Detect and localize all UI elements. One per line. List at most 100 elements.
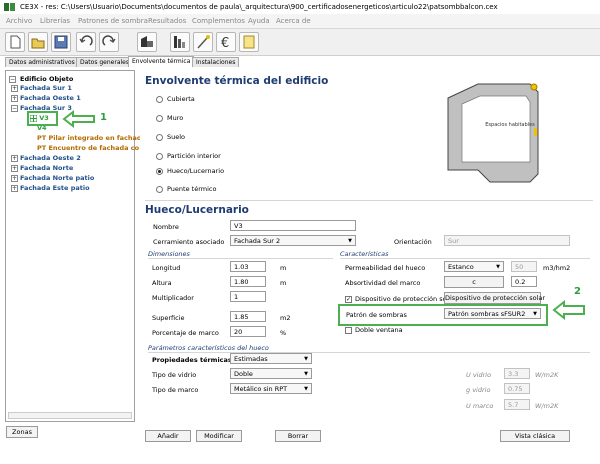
nombre-field[interactable]: V3: [230, 220, 356, 231]
absortividad-label: Absortividad del marco: [345, 279, 421, 287]
title-bar: CE3X - res: C:\Users\Usuario\Documents\d…: [0, 0, 600, 14]
save-icon[interactable]: [51, 32, 71, 52]
modificar-button[interactable]: Modificar: [196, 430, 242, 442]
cerramiento-select[interactable]: Fachada Sur 2 ▼: [230, 235, 356, 246]
permeabilidad-select[interactable]: Estanco ▼: [444, 261, 504, 272]
absortividad-button[interactable]: c: [444, 276, 504, 288]
dropdown-arrow-icon: ▼: [304, 356, 308, 362]
patron-select[interactable]: Patrón sombras sFSUR2 ▼: [444, 308, 541, 319]
radio-label: Muro: [167, 114, 184, 122]
radio-hueco[interactable]: [156, 168, 163, 175]
tree-expander[interactable]: +: [11, 165, 18, 172]
radio-puente[interactable]: [156, 186, 163, 193]
borrar-button[interactable]: Borrar: [275, 430, 321, 442]
tree-item[interactable]: PT Encuentro de fachada co: [37, 144, 139, 152]
longitud-label: Longitud: [152, 264, 181, 272]
menu-acerca[interactable]: Acerca de: [276, 17, 311, 25]
zonas-button[interactable]: Zonas: [6, 426, 38, 438]
euro-icon[interactable]: €: [216, 32, 236, 52]
menu-archivo[interactable]: Archivo: [6, 17, 32, 25]
menu-complementos[interactable]: Complementos: [192, 17, 245, 25]
tree-item[interactable]: Fachada Oeste 2: [20, 154, 81, 162]
anadir-button[interactable]: Añadir: [145, 430, 191, 442]
tree-expander[interactable]: +: [11, 185, 18, 192]
divider: [340, 258, 590, 259]
marco-label: Porcentaje de marco: [152, 329, 219, 337]
radio-muro[interactable]: [156, 115, 163, 122]
superficie-unit: m2: [280, 314, 291, 322]
redo-icon[interactable]: [99, 32, 119, 52]
vidrio-value: Doble: [234, 370, 253, 378]
radio-particion[interactable]: [156, 153, 163, 160]
svg-text:€: €: [221, 36, 229, 51]
marco-field[interactable]: 20: [230, 326, 266, 337]
radio-label: Hueco/Lucernario: [167, 167, 225, 175]
tree-item-root[interactable]: Edificio Objeto: [20, 75, 73, 83]
horizontal-scrollbar[interactable]: [8, 412, 132, 419]
radio-label: Puente térmico: [167, 185, 217, 193]
parametros-title: Parámetros característicos del hueco: [148, 344, 269, 352]
tab-datos-generales[interactable]: Datos generales: [76, 57, 133, 67]
tree-expander[interactable]: +: [11, 85, 18, 92]
menu-resultados[interactable]: Resultados: [148, 17, 186, 25]
radio-cubierta[interactable]: [156, 96, 163, 103]
multiplicador-field[interactable]: 1: [230, 291, 266, 302]
tree-item[interactable]: PT Pilar integrado en fachada: [37, 134, 146, 142]
ce3x-logo-icon[interactable]: [170, 32, 190, 52]
dispositivo-checkbox[interactable]: ✓: [345, 296, 352, 303]
tree-item[interactable]: Fachada Norte: [20, 164, 73, 172]
tipo-marco-value: Metálico sin RPT: [234, 385, 288, 393]
g-vidrio-label: g vidrio: [466, 386, 491, 394]
green-arrow-icon: [552, 300, 585, 320]
annotation-number-1: 1: [100, 112, 107, 123]
dropdown-arrow-icon: ▼: [304, 371, 308, 377]
tree-item[interactable]: Fachada Este patio: [20, 184, 90, 192]
highlight-box-1: [27, 111, 58, 126]
patron-value: Patrón sombras sFSUR2: [448, 310, 526, 318]
dispositivo-label: Dispositivo de protección solar: [355, 295, 456, 303]
tree-expander[interactable]: +: [11, 175, 18, 182]
dropdown-arrow-icon: ▼: [348, 238, 352, 244]
menu-patrones[interactable]: Patrones de sombra: [78, 17, 148, 25]
divider: [145, 200, 593, 201]
tree-item[interactable]: Fachada Oeste 1: [20, 94, 81, 102]
propiedades-select[interactable]: Estimadas ▼: [230, 353, 312, 364]
superficie-field[interactable]: 1.85: [230, 311, 266, 322]
vista-clasica-button[interactable]: Vista clásica: [500, 430, 570, 442]
tab-instalaciones[interactable]: Instalaciones: [192, 57, 240, 67]
longitud-field[interactable]: 1.03: [230, 261, 266, 272]
dispositivo-button[interactable]: Dispositivo de protección solar: [444, 292, 545, 304]
tree-expander[interactable]: +: [11, 155, 18, 162]
app-icon: [4, 2, 16, 12]
undo-icon[interactable]: [76, 32, 96, 52]
radio-label: Suelo: [167, 133, 186, 141]
tipo-marco-select[interactable]: Metálico sin RPT ▼: [230, 383, 312, 394]
vidrio-label: Tipo de vidrio: [152, 371, 197, 379]
tree-expander[interactable]: −: [11, 105, 18, 112]
wand-icon[interactable]: [193, 32, 213, 52]
dimensiones-title: Dimensiones: [148, 250, 190, 258]
doble-ventana-checkbox[interactable]: [345, 327, 352, 334]
radio-suelo[interactable]: [156, 134, 163, 141]
section-title-hueco: Hueco/Lucernario: [145, 204, 249, 216]
cerramiento-label: Cerramiento asociado: [153, 238, 225, 246]
menu-librerias[interactable]: Librerías: [40, 17, 70, 25]
u-vidrio-unit: W/m2K: [535, 371, 559, 379]
tab-envolvente-termica[interactable]: Envolvente térmica: [128, 56, 195, 67]
altura-field[interactable]: 1.80: [230, 276, 266, 287]
new-file-icon[interactable]: [5, 32, 25, 52]
menu-ayuda[interactable]: Ayuda: [248, 17, 270, 25]
building-icon[interactable]: [137, 32, 157, 52]
tree-expander-root[interactable]: −: [9, 76, 16, 83]
open-icon[interactable]: [28, 32, 48, 52]
absortividad-field[interactable]: 0.2: [511, 276, 537, 287]
tree-expander[interactable]: +: [11, 95, 18, 102]
tree-item[interactable]: Fachada Norte patio: [20, 174, 94, 182]
vidrio-select[interactable]: Doble ▼: [230, 368, 312, 379]
tab-bar: Datos administrativos Datos generales En…: [0, 56, 600, 67]
annotation-number-2: 2: [574, 286, 581, 297]
permeabilidad-field: 50: [511, 261, 537, 272]
tab-datos-administrativos[interactable]: Datos administrativos: [5, 57, 79, 67]
document-icon[interactable]: [239, 32, 259, 52]
tree-item[interactable]: Fachada Sur 1: [20, 84, 72, 92]
